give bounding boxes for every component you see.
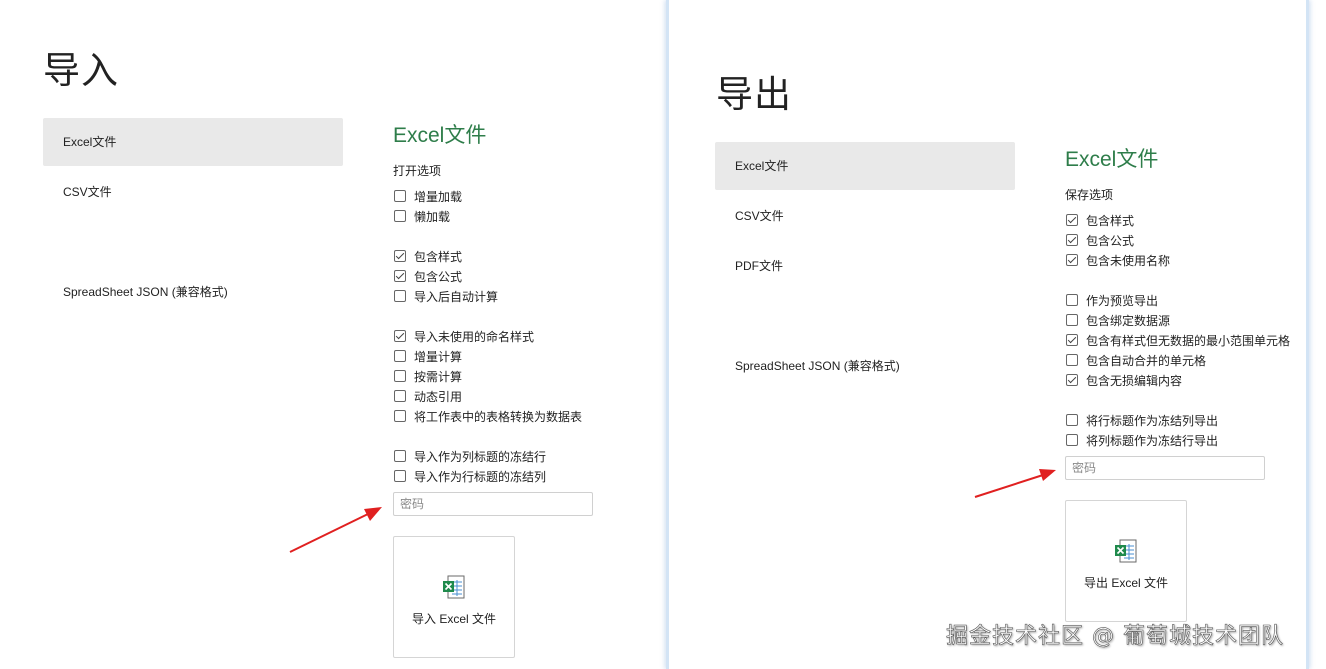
import-option-row[interactable]: 增量计算 xyxy=(394,346,462,366)
checkbox[interactable] xyxy=(394,470,406,482)
import-options-label: 打开选项 xyxy=(393,164,442,178)
checkbox[interactable] xyxy=(394,290,406,302)
export-option-row[interactable]: 将行标题作为冻结列导出 xyxy=(1066,410,1218,430)
checkbox[interactable] xyxy=(1066,314,1078,326)
export-title: 导出 xyxy=(716,73,792,116)
checkbox-label: 导入后自动计算 xyxy=(414,289,499,304)
export-arrow-annotation xyxy=(974,469,1056,498)
checkbox[interactable] xyxy=(1066,334,1078,346)
watermark-text: 掘金技术社区 @ 葡萄城技术团队 xyxy=(946,624,1284,650)
checkbox[interactable] xyxy=(394,390,406,402)
export-option-row[interactable]: 包含公式 xyxy=(1066,230,1134,250)
checkbox[interactable] xyxy=(394,270,406,282)
import-password-input[interactable] xyxy=(393,492,593,516)
export-excel-button-label: 导出 Excel 文件 xyxy=(1083,576,1168,590)
import-option-row[interactable]: 导入作为行标题的冻结列 xyxy=(394,466,546,486)
import-nav-csv[interactable]: CSV文件 xyxy=(43,168,343,216)
checkbox[interactable] xyxy=(1066,214,1078,226)
export-option-row[interactable]: 将列标题作为冻结行导出 xyxy=(1066,430,1218,450)
import-arrow-annotation xyxy=(289,507,382,553)
import-panel: 导入 Excel文件 CSV文件 SpreadSheet JSON (兼容格式)… xyxy=(0,0,664,669)
checkbox-label: 导入作为列标题的冻结行 xyxy=(414,449,547,464)
export-panel: 导出 Excel文件 CSV文件 PDF文件 SpreadSheet JSON … xyxy=(666,0,1309,669)
checkbox[interactable] xyxy=(394,370,406,382)
export-excel-button[interactable]: 导出 Excel 文件 xyxy=(1065,500,1187,622)
checkbox-label: 将工作表中的表格转换为数据表 xyxy=(414,409,583,424)
checkbox-label: 包含样式 xyxy=(1086,213,1135,228)
export-nav-ssjson[interactable]: SpreadSheet JSON (兼容格式) xyxy=(715,342,1015,390)
checkbox[interactable] xyxy=(394,190,406,202)
checkbox[interactable] xyxy=(394,450,406,462)
checkbox-label: 按需计算 xyxy=(414,369,463,384)
export-section-title: Excel文件 xyxy=(1065,148,1159,171)
export-nav-excel[interactable]: Excel文件 xyxy=(715,142,1015,190)
checkbox-label: 包含绑定数据源 xyxy=(1086,313,1171,328)
import-option-row[interactable]: 导入未使用的命名样式 xyxy=(394,326,534,346)
import-section-title: Excel文件 xyxy=(393,124,487,147)
import-option-row[interactable]: 将工作表中的表格转换为数据表 xyxy=(394,406,582,426)
import-excel-button[interactable]: 导入 Excel 文件 xyxy=(393,536,515,658)
checkbox[interactable] xyxy=(394,410,406,422)
checkbox-label: 增量计算 xyxy=(414,349,463,364)
checkbox-label: 包含自动合并的单元格 xyxy=(1086,353,1207,368)
checkbox-label: 导入作为行标题的冻结列 xyxy=(414,469,547,484)
export-option-row[interactable]: 包含未使用名称 xyxy=(1066,250,1170,270)
export-option-row[interactable]: 包含自动合并的单元格 xyxy=(1066,350,1206,370)
checkbox[interactable] xyxy=(1066,414,1078,426)
checkbox[interactable] xyxy=(1066,254,1078,266)
checkbox-label: 懒加载 xyxy=(414,209,451,224)
import-option-row[interactable]: 包含公式 xyxy=(394,266,462,286)
export-nav-csv[interactable]: CSV文件 xyxy=(715,192,1015,240)
checkbox[interactable] xyxy=(394,350,406,362)
import-title: 导入 xyxy=(43,49,119,92)
import-excel-button-label: 导入 Excel 文件 xyxy=(411,612,496,626)
export-password-input[interactable] xyxy=(1065,456,1265,480)
import-option-row[interactable]: 导入后自动计算 xyxy=(394,286,498,306)
checkbox[interactable] xyxy=(1066,374,1078,386)
checkbox[interactable] xyxy=(1066,294,1078,306)
export-option-row[interactable]: 包含有样式但无数据的最小范围单元格 xyxy=(1066,330,1290,350)
import-option-row[interactable]: 包含样式 xyxy=(394,246,462,266)
import-option-row[interactable]: 增量加载 xyxy=(394,186,462,206)
checkbox-label: 包含无损编辑内容 xyxy=(1086,373,1183,388)
checkbox-label: 包含有样式但无数据的最小范围单元格 xyxy=(1086,333,1291,348)
checkbox-label: 导入未使用的命名样式 xyxy=(414,329,535,344)
checkbox-label: 作为预览导出 xyxy=(1086,293,1159,308)
export-nav-pdf[interactable]: PDF文件 xyxy=(715,242,1015,290)
checkbox-label: 动态引用 xyxy=(414,389,463,404)
import-option-row[interactable]: 动态引用 xyxy=(394,386,462,406)
import-option-row[interactable]: 导入作为列标题的冻结行 xyxy=(394,446,546,466)
excel-file-icon xyxy=(1112,537,1140,565)
export-option-row[interactable]: 作为预览导出 xyxy=(1066,290,1158,310)
checkbox-label: 将行标题作为冻结列导出 xyxy=(1086,413,1219,428)
export-option-row[interactable]: 包含无损编辑内容 xyxy=(1066,370,1182,390)
import-nav-ssjson[interactable]: SpreadSheet JSON (兼容格式) xyxy=(43,268,343,316)
checkbox-label: 将列标题作为冻结行导出 xyxy=(1086,433,1219,448)
checkbox[interactable] xyxy=(394,250,406,262)
import-nav-excel[interactable]: Excel文件 xyxy=(43,118,343,166)
checkbox[interactable] xyxy=(1066,354,1078,366)
export-options-label: 保存选项 xyxy=(1065,188,1114,202)
checkbox[interactable] xyxy=(394,330,406,342)
import-option-row[interactable]: 按需计算 xyxy=(394,366,462,386)
checkbox-label: 包含样式 xyxy=(414,249,463,264)
checkbox-label: 包含未使用名称 xyxy=(1086,253,1171,268)
checkbox-label: 包含公式 xyxy=(1086,233,1135,248)
checkbox[interactable] xyxy=(1066,434,1078,446)
checkbox-label: 包含公式 xyxy=(414,269,463,284)
checkbox[interactable] xyxy=(1066,234,1078,246)
checkbox[interactable] xyxy=(394,210,406,222)
checkbox-label: 增量加载 xyxy=(414,189,463,204)
import-option-row[interactable]: 懒加载 xyxy=(394,206,450,226)
export-option-row[interactable]: 包含样式 xyxy=(1066,210,1134,230)
export-option-row[interactable]: 包含绑定数据源 xyxy=(1066,310,1170,330)
excel-file-icon xyxy=(440,573,468,601)
